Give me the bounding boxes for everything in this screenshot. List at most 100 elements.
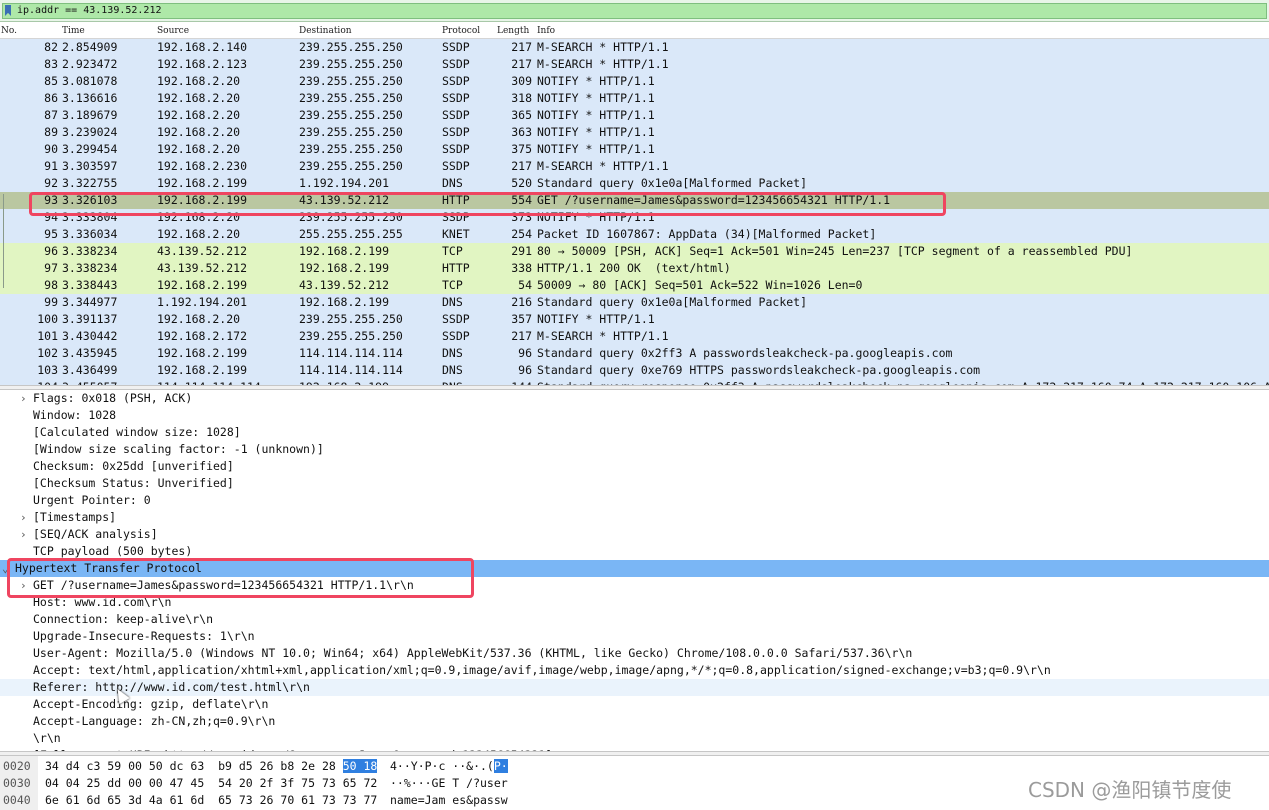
column-header-protocol[interactable]: Protocol (442, 26, 480, 36)
packet-cell-src: 192.168.2.20 (157, 108, 241, 122)
column-header-destination[interactable]: Destination (299, 26, 352, 36)
packet-cell-no: 87 (44, 108, 58, 122)
annotation-box-http-request (29, 192, 946, 216)
packet-cell-time: 3.322755 (62, 176, 118, 190)
hex-bytes: 34 d4 c3 59 00 50 dc 63 b9 d5 26 b8 2e 2… (45, 758, 378, 775)
detail-tree-item[interactable]: Accept-Encoding: gzip, deflate\r\n (0, 696, 1269, 713)
detail-tree-item[interactable]: Referer: http://www.id.com/test.html\r\n (0, 679, 1269, 696)
column-header-length[interactable]: Length (497, 26, 529, 36)
packet-cell-no: 92 (44, 176, 58, 190)
detail-tree-label: Flags: 0x018 (PSH, ACK) (33, 391, 193, 405)
packet-row[interactable]: 98 3.338443 192.168.2.199 43.139.52.212 TCP 5… (0, 277, 1269, 294)
detail-tree-label: \r\n (33, 731, 61, 745)
hex-offset: 0030 (3, 776, 31, 790)
packet-cell-src: 192.168.2.20 (157, 312, 241, 326)
detail-tree-item[interactable]: Urgent Pointer: 0 (0, 492, 1269, 509)
detail-tree-item[interactable]: Window: 1028 (0, 407, 1269, 424)
packet-cell-dst: 239.255.255.250 (299, 125, 403, 139)
packet-cell-len: 338 (511, 261, 532, 275)
packet-cell-no: 86 (44, 91, 58, 105)
detail-tree-item[interactable]: [Window size scaling factor: -1 (unknown… (0, 441, 1269, 458)
packet-cell-src: 192.168.2.199 (157, 363, 248, 377)
detail-tree-item[interactable]: [Calculated window size: 1028] (0, 424, 1269, 441)
packet-cell-proto: SSDP (442, 125, 470, 139)
packet-row[interactable]: 90 3.299454 192.168.2.20 239.255.255.250 SSD… (0, 141, 1269, 158)
packet-cell-time: 3.136616 (62, 91, 118, 105)
display-filter-input[interactable]: ip.addr == 43.139.52.212 (2, 3, 1267, 19)
packet-row[interactable]: 100 3.391137 192.168.2.20 239.255.255.250 SS… (0, 311, 1269, 328)
detail-tree-item[interactable]: › Flags: 0x018 (PSH, ACK) (0, 390, 1269, 407)
packet-cell-no: 85 (44, 74, 58, 88)
hex-offset: 0020 (3, 759, 31, 773)
packet-cell-src: 192.168.2.199 (157, 176, 248, 190)
packet-row[interactable]: 83 2.923472 192.168.2.123 239.255.255.250 SS… (0, 56, 1269, 73)
packet-cell-no: 91 (44, 159, 58, 173)
packet-row[interactable]: 96 3.338234 43.139.52.212 192.168.2.199 TCP 2… (0, 243, 1269, 260)
expand-arrow-icon[interactable]: › (20, 390, 27, 407)
packet-cell-dst: 239.255.255.250 (299, 142, 403, 156)
hex-bytes-highlight: 50 18 (342, 759, 378, 773)
packet-cell-info: Packet ID 1607867: AppData (34)[Malforme… (537, 227, 877, 241)
packet-row[interactable]: 89 3.239024 192.168.2.20 239.255.255.250 SSD… (0, 124, 1269, 141)
detail-tree-item[interactable]: Accept: text/html,application/xhtml+xml,… (0, 662, 1269, 679)
packet-row[interactable]: 86 3.136616 192.168.2.20 239.255.255.250 SSD… (0, 90, 1269, 107)
column-header-info[interactable]: Info (537, 26, 555, 36)
packet-row[interactable]: 82 2.854909 192.168.2.140 239.255.255.250 SS… (0, 39, 1269, 56)
packet-cell-src: 192.168.2.199 (157, 278, 248, 292)
packet-row[interactable]: 91 3.303597 192.168.2.230 239.255.255.250 SS… (0, 158, 1269, 175)
detail-tree-item[interactable]: \r\n (0, 730, 1269, 747)
packet-cell-src: 192.168.2.20 (157, 142, 241, 156)
packet-row[interactable]: 103 3.436499 192.168.2.199 114.114.114.114 D… (0, 362, 1269, 379)
packet-row[interactable]: 95 3.336034 192.168.2.20 255.255.255.255 KNE… (0, 226, 1269, 243)
hex-ascii-text: name=Jam es&passw (390, 793, 508, 807)
detail-tree-item[interactable]: › [Timestamps] (0, 509, 1269, 526)
packet-cell-time: 3.338234 (62, 261, 118, 275)
packet-cell-len: 365 (511, 108, 532, 122)
hex-bytes-text: 6e 61 6d 65 3d 4a 61 6d 65 73 26 70 61 7… (45, 793, 378, 807)
packet-row[interactable]: 92 3.322755 192.168.2.199 1.192.194.201 DNS 5… (0, 175, 1269, 192)
packet-cell-info: Standard query 0x1e0a[Malformed Packet] (537, 176, 808, 190)
packet-cell-info: M-SEARCH * HTTP/1.1 (537, 40, 669, 54)
packet-cell-dst: 43.139.52.212 (299, 278, 390, 292)
packet-row[interactable]: 102 3.435945 192.168.2.199 114.114.114.114 D… (0, 345, 1269, 362)
packet-row[interactable]: 97 3.338234 43.139.52.212 192.168.2.199 HTTP… (0, 260, 1269, 277)
detail-tree-label: Upgrade-Insecure-Requests: 1\r\n (33, 629, 255, 643)
packet-cell-proto: TCP (442, 244, 463, 258)
expand-arrow-icon[interactable]: › (20, 526, 27, 543)
column-header-time[interactable]: Time (62, 26, 85, 36)
packet-row[interactable]: 101 3.430442 192.168.2.172 239.255.255.250 S… (0, 328, 1269, 345)
packet-cell-no: 82 (44, 40, 58, 54)
detail-tree-label: Window: 1028 (33, 408, 117, 422)
detail-tree-item[interactable]: Connection: keep-alive\r\n (0, 611, 1269, 628)
column-header-source[interactable]: Source (157, 26, 189, 36)
packet-cell-no: 90 (44, 142, 58, 156)
detail-tree-label: Referer: http://www.id.com/test.html\r\n (33, 680, 310, 694)
detail-tree-item[interactable]: [Checksum Status: Unverified] (0, 475, 1269, 492)
packet-cell-len: 217 (511, 159, 532, 173)
detail-tree-item[interactable]: User-Agent: Mozilla/5.0 (Windows NT 10.0… (0, 645, 1269, 662)
detail-tree-label: Accept-Language: zh-CN,zh;q=0.9\r\n (33, 714, 276, 728)
hex-ascii-highlight: P· (493, 759, 508, 773)
packet-cell-time: 2.923472 (62, 57, 118, 71)
hex-ascii-text: ··%···GE T /?user (390, 776, 508, 790)
packet-cell-time: 3.436499 (62, 363, 118, 377)
detail-tree-item[interactable]: › [SEQ/ACK analysis] (0, 526, 1269, 543)
packet-cell-proto: SSDP (442, 142, 470, 156)
column-header-no[interactable]: No. (1, 26, 17, 36)
detail-tree-item[interactable]: Accept-Language: zh-CN,zh;q=0.9\r\n (0, 713, 1269, 730)
packet-cell-dst: 192.168.2.199 (299, 295, 390, 309)
packet-cell-dst: 239.255.255.250 (299, 40, 403, 54)
packet-cell-dst: 192.168.2.199 (299, 261, 390, 275)
packet-row[interactable]: 99 3.344977 1.192.194.201 192.168.2.199 DNS 2… (0, 294, 1269, 311)
packet-cell-info: 80 → 50009 [PSH, ACK] Seq=1 Ack=501 Win=… (537, 244, 1133, 258)
packet-cell-src: 43.139.52.212 (157, 261, 248, 275)
packet-cell-info: 50009 → 80 [ACK] Seq=501 Ack=522 Win=102… (537, 278, 863, 292)
expand-arrow-icon[interactable]: › (20, 509, 27, 526)
detail-tree-item[interactable]: Checksum: 0x25dd [unverified] (0, 458, 1269, 475)
detail-tree-label: [SEQ/ACK analysis] (33, 527, 158, 541)
packet-row[interactable]: 85 3.081078 192.168.2.20 239.255.255.250 SSD… (0, 73, 1269, 90)
packet-row[interactable]: 87 3.189679 192.168.2.20 239.255.255.250 SSD… (0, 107, 1269, 124)
detail-tree-label: Urgent Pointer: 0 (33, 493, 151, 507)
display-filter-toolbar: ip.addr == 43.139.52.212 (0, 0, 1269, 22)
detail-tree-item[interactable]: Upgrade-Insecure-Requests: 1\r\n (0, 628, 1269, 645)
